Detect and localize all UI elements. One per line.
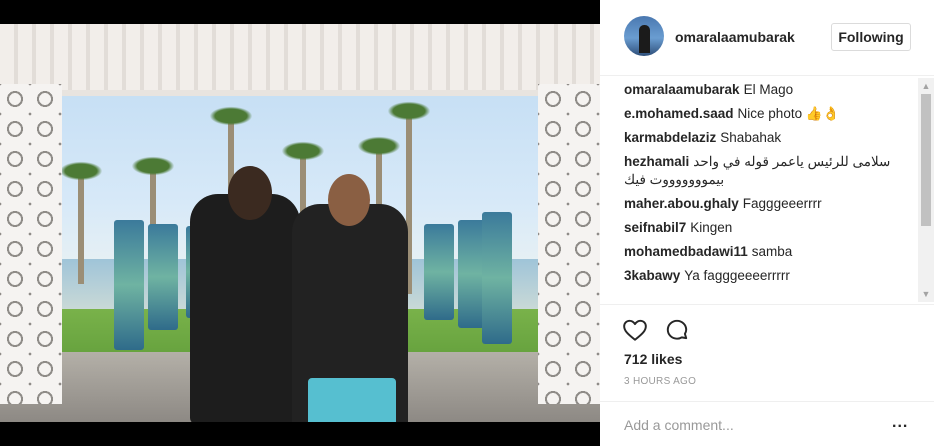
post-actions: 712 likes 3 HOURS AGO ... [600,304,934,446]
photo-person-shorts [308,378,396,422]
scroll-thumb[interactable] [921,94,931,226]
comment-text: سلامى للرئيس ياعمر قوله في واحد [693,154,891,169]
following-button[interactable]: Following [831,23,911,51]
photo-banner [114,220,144,350]
photo-banner [148,224,178,330]
comment-text: Kingen [690,220,733,235]
photo-person-left [190,166,300,422]
avatar-figure [639,25,650,53]
comment-username[interactable]: maher.abou.ghaly [624,196,739,211]
photo-banner [482,212,512,344]
comment-item: hezhamali سلامى للرئيس ياعمر قوله في واح… [624,153,920,189]
comment-username[interactable]: mohamedbadawi11 [624,244,748,259]
photo-person-head [328,174,370,226]
comment-text: samba [751,244,793,259]
comment-username[interactable]: e.mohamed.saad [624,106,734,121]
post-header: omaralaamubarak Following [600,0,934,76]
comment-username[interactable]: hezhamali [624,153,689,171]
comment-item: omaralaamubarak El Mago [624,81,920,99]
scroll-down-arrow-icon[interactable]: ▼ [918,286,934,302]
likes-count[interactable]: 712 likes [624,351,682,367]
comment-username[interactable]: omaralaamubarak [624,82,740,97]
speech-bubble-icon[interactable] [664,317,690,343]
comments-scrollbar[interactable]: ▲ ▼ [918,78,934,302]
photo-palm [56,160,106,284]
photo-canopy [0,24,600,96]
comment-item: maher.abou.ghaly Fagggeeerrrr [624,195,920,213]
comment-item: 3kabawy Ya fagggeeeerrrrr [624,267,920,285]
photo-pillar-left [0,84,62,404]
photo-person-head [228,166,272,220]
scroll-up-arrow-icon[interactable]: ▲ [918,78,934,94]
comment-text: Fagggeeerrrr [742,196,822,211]
post-side-panel: omaralaamubarak Following omaralaamubara… [600,0,934,446]
comment-text: Nice photo 👍👌 [737,106,840,121]
comments-list[interactable]: omaralaamubarak El Mago e.mohamed.saad Nic… [624,78,920,304]
author-username[interactable]: omaralaamubarak [675,29,795,45]
comment-item: karmabdelaziz Shabahak [624,129,920,147]
comment-username[interactable]: 3kabawy [624,268,680,283]
comment-item: e.mohamed.saad Nice photo 👍👌 [624,105,920,123]
more-options-button[interactable]: ... [892,414,908,432]
photo-person-right [292,174,408,422]
comment-text: Ya fagggeeeerrrrr [684,268,790,283]
photo-banner [424,224,454,320]
avatar[interactable] [624,16,664,56]
comment-text: Shabahak [720,130,782,145]
comment-text-continued: بيموووووووت فيك [624,172,725,187]
photo-pillar-right [538,84,600,404]
post-timestamp: 3 HOURS AGO [624,376,697,387]
comment-username[interactable]: seifnabil7 [624,220,686,235]
add-comment-bar: ... [600,401,934,446]
post-photo-pane [0,0,600,446]
comment-item: mohamedbadawi11 samba [624,243,920,261]
comment-username[interactable]: karmabdelaziz [624,130,716,145]
heart-icon[interactable] [622,317,648,343]
comment-text: El Mago [743,82,794,97]
comment-item: seifnabil7 Kingen [624,219,920,237]
comment-input[interactable] [624,415,874,435]
post-photo[interactable] [0,24,600,422]
comment-first-line: hezhamali سلامى للرئيس ياعمر قوله في واح… [624,153,920,171]
